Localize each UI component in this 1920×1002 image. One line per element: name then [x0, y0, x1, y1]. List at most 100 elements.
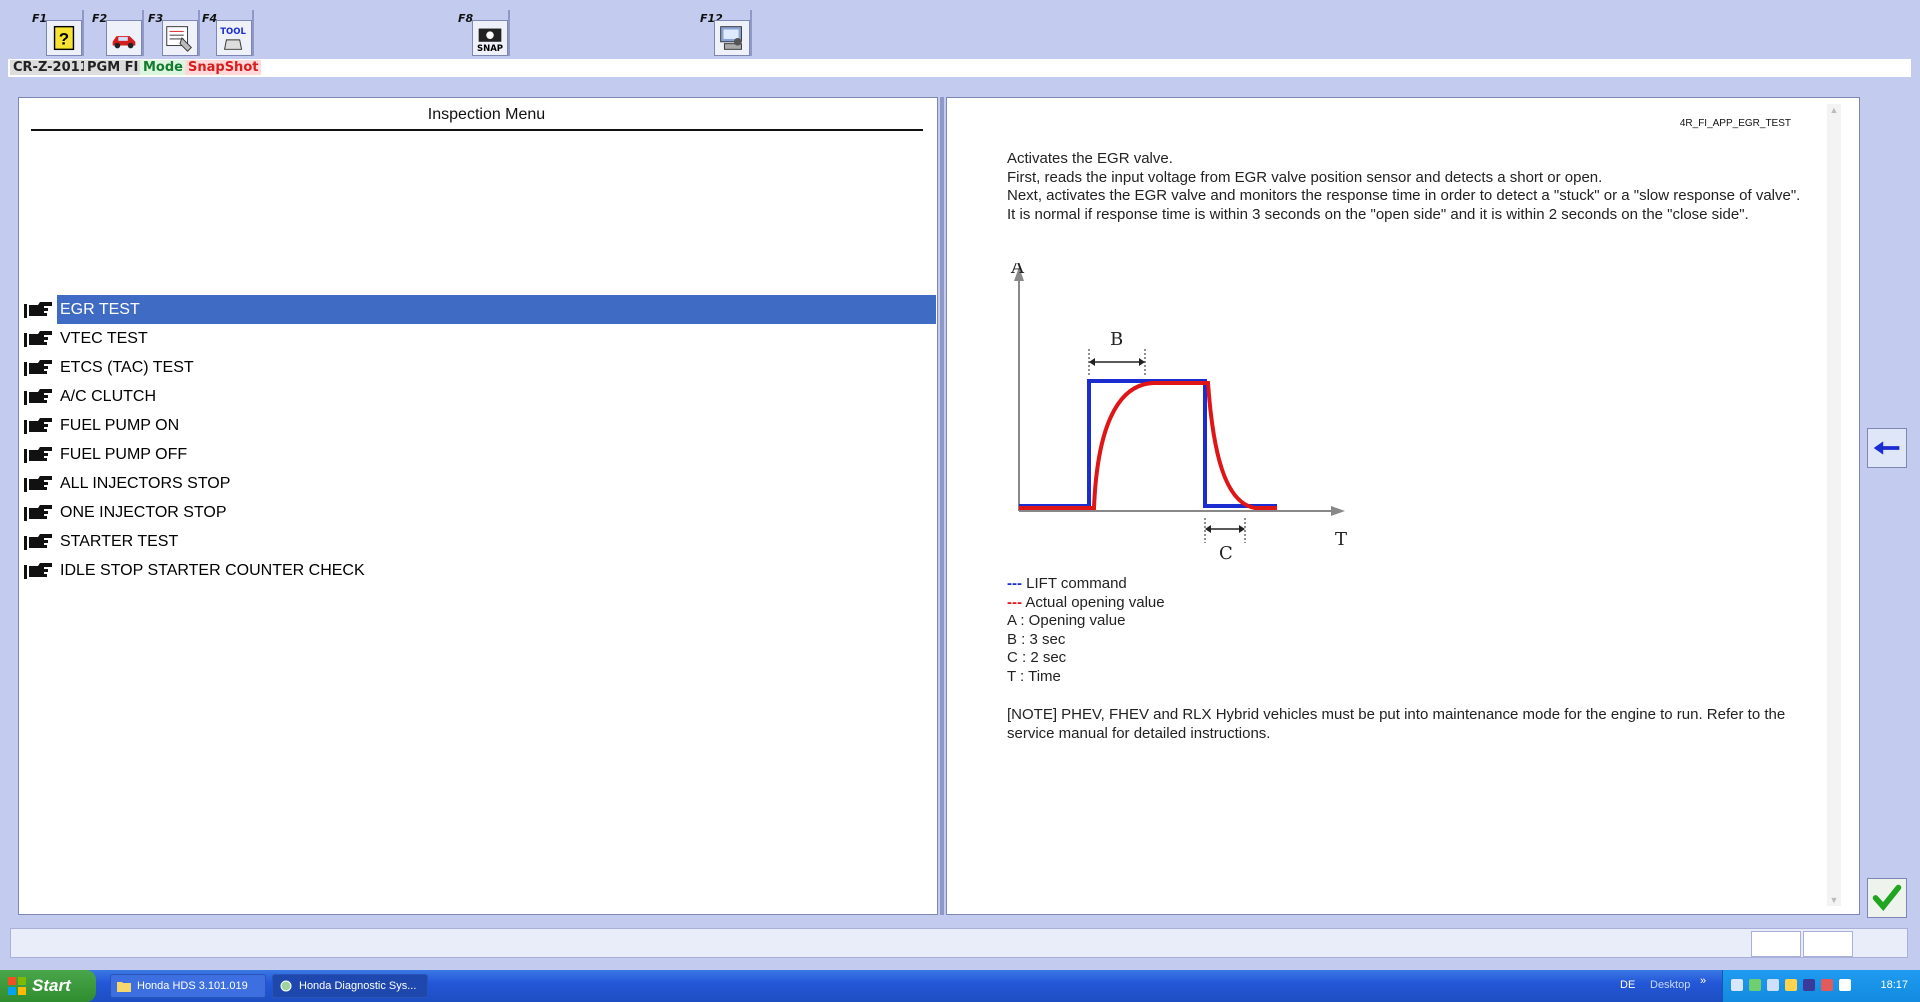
- back-button[interactable]: [1867, 428, 1907, 468]
- scroll-up-icon[interactable]: ▲: [1828, 104, 1840, 116]
- menu-item[interactable]: VTEC TEST: [19, 324, 939, 353]
- inspection-menu-list: EGR TEST VTEC TEST ETCS (TAC) TEST A/C CLUT…: [19, 295, 939, 585]
- help-icon: ?: [46, 20, 82, 56]
- f8-snapshot-button[interactable]: F8 SNAP: [456, 10, 510, 56]
- tray-search-icon[interactable]: [1731, 979, 1743, 991]
- diagram-b-arrow-right: [1139, 358, 1145, 366]
- menu-item[interactable]: FUEL PUMP OFF: [19, 440, 939, 469]
- description-line-2: First, reads the input voltage from EGR …: [1007, 168, 1603, 186]
- pointing-hand-icon: [24, 563, 52, 579]
- description-panel: 4R_FI_APP_EGR_TEST ▲ ▼ Activates the EGR…: [946, 97, 1860, 915]
- system-tray: 18:17: [1722, 970, 1920, 1002]
- language-indicator[interactable]: DE: [1620, 979, 1635, 991]
- f3-data-list-button[interactable]: F3: [146, 10, 200, 56]
- legend-red-dash: ---: [1007, 593, 1022, 611]
- start-label: Start: [32, 976, 71, 995]
- document-id: 4R_FI_APP_EGR_TEST: [1679, 118, 1791, 129]
- bottom-status-bar: [10, 928, 1908, 958]
- snap-icon-text: SNAP: [477, 44, 503, 54]
- legend-actual-opening: --- Actual opening value: [1007, 594, 1607, 613]
- egr-response-diagram: A T B C: [1010, 263, 1347, 563]
- tool-icon: TOOL: [216, 20, 252, 56]
- pointing-hand-icon: [24, 302, 52, 318]
- toolbar-separator: [82, 10, 84, 56]
- menu-item-label: ALL INJECTORS STOP: [60, 475, 231, 492]
- menu-item[interactable]: EGR TEST: [19, 295, 939, 324]
- computer-settings-icon: [714, 20, 750, 56]
- menu-item-label: FUEL PUMP ON: [60, 417, 180, 434]
- scroll-down-icon[interactable]: ▼: [1828, 894, 1840, 906]
- menu-item-label: ETCS (TAC) TEST: [60, 359, 194, 376]
- f1-help-button[interactable]: F1 ?: [30, 10, 84, 56]
- toolbar-separator: [750, 10, 752, 56]
- diagram-label-b: B: [1110, 329, 1123, 350]
- legend-a: A : Opening value: [1007, 612, 1126, 629]
- description-scrollbar[interactable]: ▲ ▼: [1827, 104, 1841, 906]
- menu-title-rule: [31, 129, 923, 131]
- ok-button[interactable]: [1867, 878, 1907, 918]
- tool-icon-text: TOOL: [220, 27, 246, 37]
- f2-key-label: F2: [92, 12, 108, 25]
- tray-device-icon[interactable]: [1803, 979, 1815, 991]
- snapshot-camera-icon: SNAP: [472, 20, 508, 56]
- windows-taskbar: Start Honda HDS 3.101.019 Honda Diagnost…: [0, 970, 1920, 1002]
- inspection-menu-title: Inspection Menu: [427, 106, 546, 123]
- taskbar-item-label: Honda Diagnostic Sys...: [299, 980, 417, 992]
- start-button[interactable]: Start: [0, 970, 96, 1002]
- menu-item[interactable]: IDLE STOP STARTER COUNTER CHECK: [19, 556, 939, 585]
- menu-item[interactable]: A/C CLUTCH: [19, 382, 939, 411]
- menu-item[interactable]: FUEL PUMP ON: [19, 411, 939, 440]
- f4-tool-button[interactable]: F4 TOOL: [200, 10, 254, 56]
- pointing-hand-icon: [24, 418, 52, 434]
- status-field-1: [1751, 931, 1801, 957]
- f8-key-label: F8: [458, 12, 474, 25]
- windows-logo-icon: [8, 977, 26, 995]
- menu-item[interactable]: ETCS (TAC) TEST: [19, 353, 939, 382]
- panel-splitter[interactable]: [940, 97, 944, 915]
- tray-alert-icon[interactable]: [1821, 979, 1833, 991]
- tray-display-icon[interactable]: [1767, 979, 1779, 991]
- pointing-hand-icon: [24, 505, 52, 521]
- inspection-menu-panel: Inspection Menu EGR TEST VTEC TEST ETCS (T…: [18, 97, 938, 915]
- description-line-1: Activates the EGR valve.: [1007, 150, 1173, 167]
- tray-network-icon[interactable]: [1749, 979, 1761, 991]
- tray-volume-icon[interactable]: [1839, 979, 1851, 991]
- taskbar-clock[interactable]: 18:17: [1880, 979, 1908, 991]
- legend-b: B : 3 sec: [1007, 630, 1066, 648]
- menu-item[interactable]: STARTER TEST: [19, 527, 939, 556]
- menu-item[interactable]: ALL INJECTORS STOP: [19, 469, 939, 498]
- menu-item[interactable]: ONE INJECTOR STOP: [19, 498, 939, 527]
- data-list-icon: [162, 20, 198, 56]
- menu-item-label: STARTER TEST: [60, 533, 179, 550]
- checkmark-icon: [1872, 884, 1902, 911]
- f2-vehicle-button[interactable]: F2: [90, 10, 144, 56]
- taskbar-item-hds-folder[interactable]: Honda HDS 3.101.019: [110, 974, 266, 998]
- f1-key-label: F1: [32, 12, 48, 25]
- menu-item-label: A/C CLUTCH: [60, 388, 157, 405]
- desktop-toolbar-label[interactable]: Desktop: [1650, 979, 1690, 991]
- function-key-toolbar: F1 ? F2 F3 F4 TOOL F8 SNAP F12: [0, 0, 1920, 58]
- legend-lift-command: --- LIFT command: [1007, 575, 1607, 594]
- toolbar-separator: [142, 10, 144, 56]
- diagram-legend: --- LIFT command --- Actual opening valu…: [1007, 575, 1607, 686]
- menu-item-label: VTEC TEST: [60, 330, 148, 347]
- system-tag: PGM FI: [84, 60, 142, 75]
- tray-shield-icon[interactable]: [1785, 979, 1797, 991]
- diagram-x-arrow: [1331, 506, 1345, 516]
- mode-tag: Mode: [140, 60, 186, 75]
- legend-lift-text: LIFT command: [1026, 575, 1127, 592]
- hybrid-note: [NOTE] PHEV, FHEV and RLX Hybrid vehicle…: [1007, 706, 1786, 742]
- status-field-2: [1803, 931, 1853, 957]
- actual-opening-line: [1019, 381, 1277, 510]
- menu-item-label: ONE INJECTOR STOP: [60, 504, 227, 521]
- vehicle-model-tag: CR-Z-2011: [10, 60, 92, 75]
- taskbar-item-hds-app[interactable]: Honda Diagnostic Sys...: [272, 974, 428, 998]
- f12-settings-button[interactable]: F12: [698, 10, 752, 56]
- toolbar-chevron[interactable]: »: [1700, 975, 1706, 987]
- diagram-label-c: C: [1219, 543, 1233, 563]
- menu-item-label: EGR TEST: [57, 295, 936, 324]
- legend-t: T : Time: [1007, 667, 1061, 685]
- lift-command-line: [1019, 379, 1277, 508]
- pointing-hand-icon: [24, 447, 52, 463]
- taskbar-item-label: Honda HDS 3.101.019: [137, 980, 248, 992]
